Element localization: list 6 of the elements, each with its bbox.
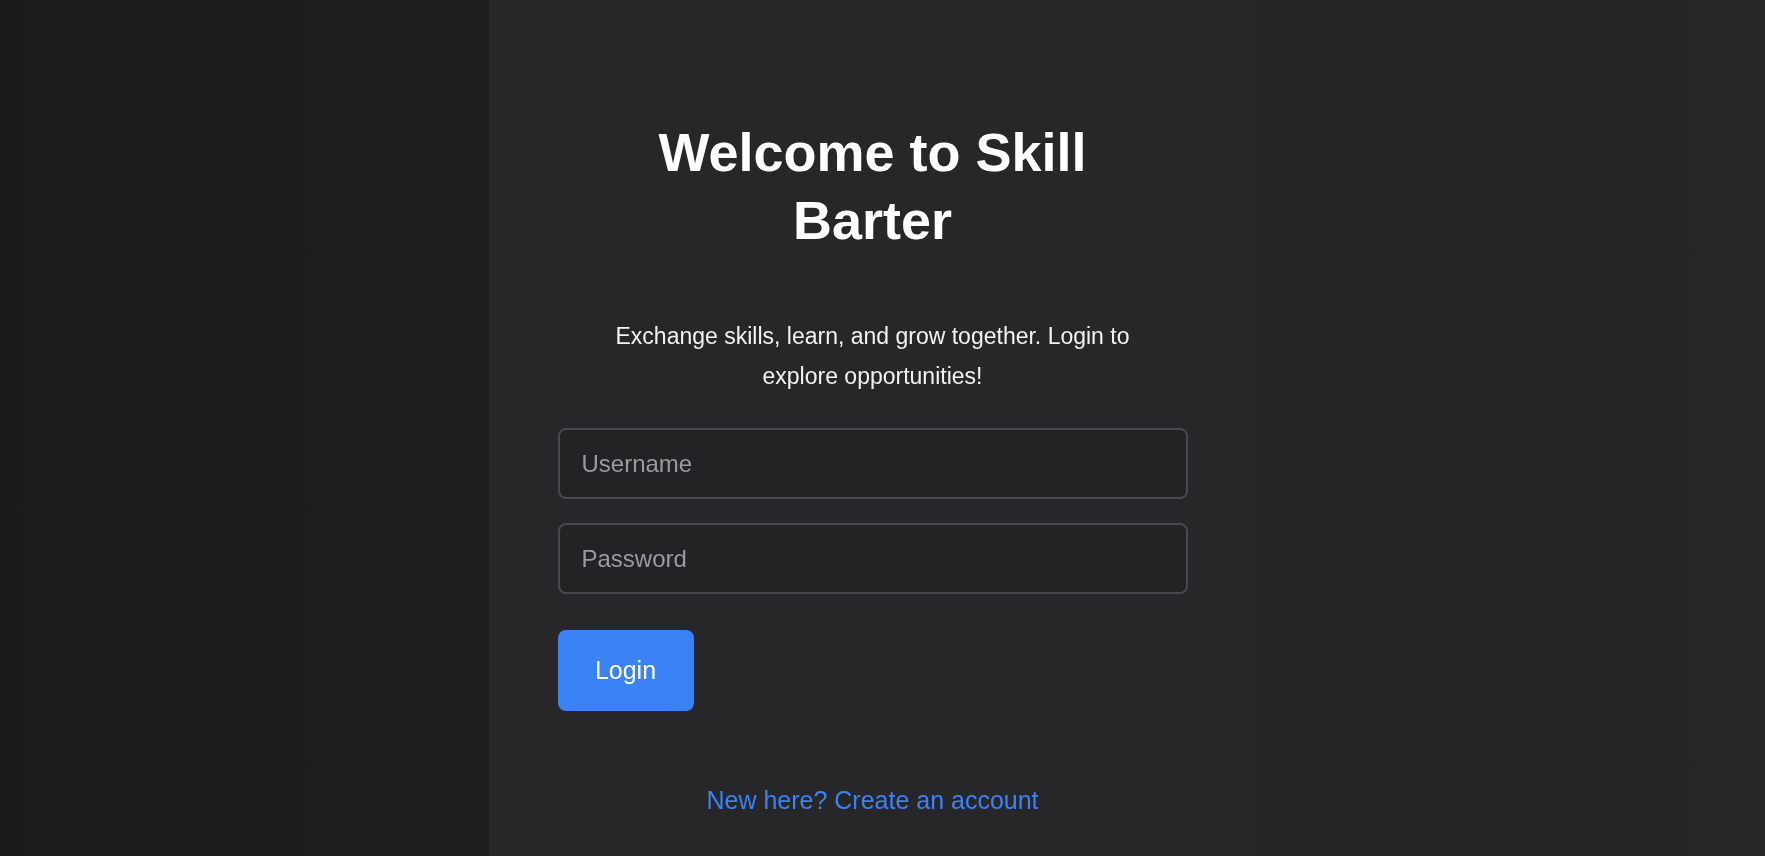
create-account-link[interactable]: New here? Create an account bbox=[706, 786, 1039, 815]
page-title: Welcome to Skill Barter bbox=[657, 121, 1088, 252]
input-field[interactable]: Password bbox=[557, 523, 1188, 594]
login-button[interactable]: Login bbox=[557, 630, 694, 711]
input-field[interactable]: Username bbox=[557, 428, 1188, 499]
subtitle: Exchange skills, learn, and grow together. Login to explore opportunities! bbox=[614, 322, 1131, 391]
